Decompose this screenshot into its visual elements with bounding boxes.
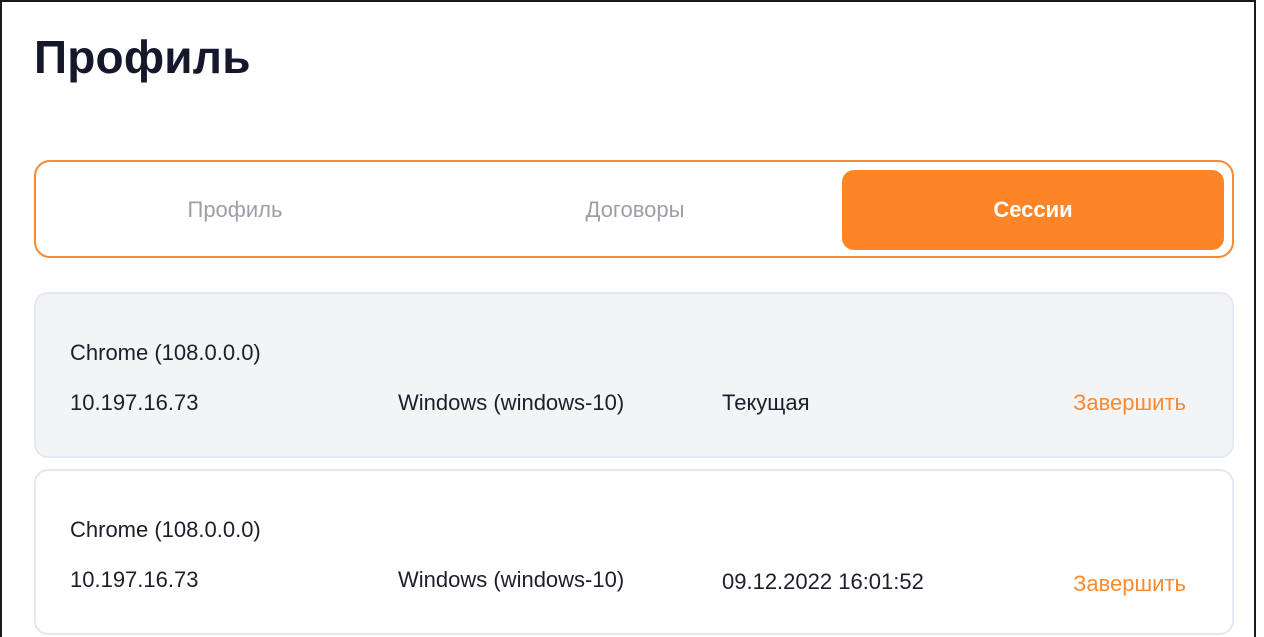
session-last-active: 09.12.2022 16:01:52 xyxy=(722,569,924,594)
session-card-current: Chrome (108.0.0.0) 10.197.16.73 Windows … xyxy=(34,292,1234,458)
session-card: Chrome (108.0.0.0) 10.197.16.73 Windows … xyxy=(34,469,1234,635)
session-os: Windows (windows-10) xyxy=(398,390,625,415)
session-ip: 10.197.16.73 xyxy=(70,390,199,415)
tab-sessions[interactable]: Сессии xyxy=(842,170,1224,250)
tab-profile[interactable]: Профиль xyxy=(44,170,426,250)
session-ip: 10.197.16.73 xyxy=(70,567,199,592)
profile-panel: Профиль Профиль Договоры Сессии Chrome (… xyxy=(0,0,1256,637)
session-os: Windows (windows-10) xyxy=(398,567,625,592)
tab-bar: Профиль Договоры Сессии xyxy=(34,160,1234,258)
end-session-button[interactable]: Завершить xyxy=(1073,390,1186,416)
end-session-button[interactable]: Завершить xyxy=(1073,571,1186,597)
session-browser: Chrome (108.0.0.0) xyxy=(70,517,261,542)
session-status: Текущая xyxy=(722,390,810,415)
session-browser: Chrome (108.0.0.0) xyxy=(70,340,261,365)
tab-contracts[interactable]: Договоры xyxy=(444,170,826,250)
page-title: Профиль xyxy=(34,31,251,83)
